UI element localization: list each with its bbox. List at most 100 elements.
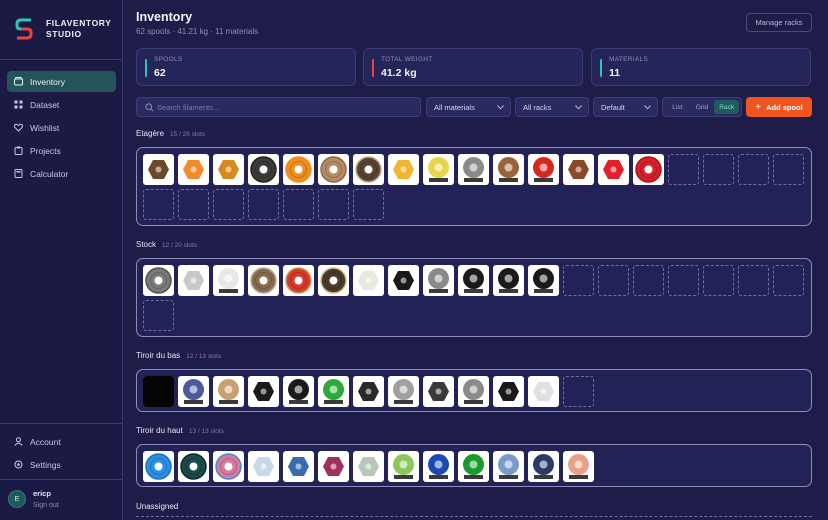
racks-select[interactable]: All racks [515,97,589,117]
empty-slot[interactable] [703,265,734,296]
search-input[interactable] [157,101,412,114]
spool-slot[interactable] [283,154,314,185]
spool-slot[interactable] [178,451,209,482]
empty-slot[interactable] [738,154,769,185]
spool-slot[interactable] [213,376,244,407]
select-value: All materials [434,102,475,112]
empty-slot[interactable] [773,265,804,296]
spool-slot[interactable] [458,376,489,407]
spool-slot[interactable] [143,451,174,482]
spool-slot[interactable] [388,376,419,407]
spool-slot[interactable] [143,265,174,296]
box-icon [14,77,23,86]
sign-out-link[interactable]: Sign out [33,502,59,509]
spool-slot[interactable] [143,154,174,185]
spool-slot[interactable] [458,265,489,296]
spool-slot[interactable] [563,451,594,482]
spool-slot[interactable] [318,265,349,296]
spool-slot[interactable] [528,154,559,185]
spool-slot[interactable] [213,265,244,296]
sort-select[interactable]: Default [593,97,658,117]
spool-slot[interactable] [528,376,559,407]
spool-slot[interactable] [178,376,209,407]
spool-slot[interactable] [353,376,384,407]
spool-slot[interactable] [528,451,559,482]
spool-icon [463,157,484,182]
empty-slot[interactable] [598,265,629,296]
empty-slot[interactable] [353,189,384,220]
spool-slot[interactable] [633,154,664,185]
spool-slot[interactable] [318,376,349,407]
spool-slot[interactable] [143,376,174,407]
chevron-down-icon [644,105,651,110]
materials-select[interactable]: All materials [426,97,511,117]
rack-title: Stock 12 / 20 slots [136,240,197,249]
brand[interactable]: FILAVENTORY STUDIO [15,18,111,40]
spool-icon [250,156,277,183]
spool-slot[interactable] [353,265,384,296]
empty-slot[interactable] [178,189,209,220]
spool-slot[interactable] [248,265,279,296]
sidebar-item-dataset[interactable]: Dataset [7,94,116,115]
spool-slot[interactable] [248,154,279,185]
sidebar-item-inventory[interactable]: Inventory [7,71,116,92]
empty-slot[interactable] [283,189,314,220]
empty-slot[interactable] [248,189,279,220]
spool-slot[interactable] [213,451,244,482]
empty-slot[interactable] [633,265,664,296]
spool-slot[interactable] [178,154,209,185]
bottom-nav: Account Settings [7,431,116,477]
sidebar-item-account[interactable]: Account [7,431,116,452]
spool-slot[interactable] [178,265,209,296]
empty-slot[interactable] [563,376,594,407]
spool-slot[interactable] [283,376,314,407]
spool-slot[interactable] [353,451,384,482]
spool-slot[interactable] [248,451,279,482]
spool-icon [393,379,414,404]
spool-slot[interactable] [388,451,419,482]
spool-slot[interactable] [598,154,629,185]
empty-slot[interactable] [738,265,769,296]
view-grid-button[interactable]: Grid [690,100,715,114]
spool-slot[interactable] [423,265,454,296]
spool-slot[interactable] [388,154,419,185]
empty-slot[interactable] [318,189,349,220]
spool-slot[interactable] [493,451,524,482]
empty-slot[interactable] [773,154,804,185]
sidebar-item-calculator[interactable]: Calculator [7,163,116,184]
sidebar-item-wishlist[interactable]: Wishlist [7,117,116,138]
spool-slot[interactable] [248,376,279,407]
spool-slot[interactable] [423,154,454,185]
empty-slot[interactable] [143,189,174,220]
spool-slot[interactable] [318,154,349,185]
spool-slot[interactable] [528,265,559,296]
spool-slot[interactable] [493,154,524,185]
spool-slot[interactable] [493,376,524,407]
spool-slot[interactable] [283,265,314,296]
spool-slot[interactable] [283,451,314,482]
view-rack-button[interactable]: Rack [714,100,740,114]
spool-slot[interactable] [493,265,524,296]
view-list-button[interactable]: List [665,100,690,114]
spool-slot[interactable] [318,451,349,482]
add-spool-button[interactable]: + Add spool [746,97,812,117]
spool-icon [568,454,589,479]
spool-slot[interactable] [563,154,594,185]
spool-icon [253,382,274,401]
sidebar-item-projects[interactable]: Projects [7,140,116,161]
empty-slot[interactable] [143,300,174,331]
sidebar-item-settings[interactable]: Settings [7,454,116,475]
spool-slot[interactable] [423,376,454,407]
empty-slot[interactable] [703,154,734,185]
spool-slot[interactable] [423,451,454,482]
empty-slot[interactable] [563,265,594,296]
manage-racks-button[interactable]: Manage racks [746,13,812,32]
spool-slot[interactable] [353,154,384,185]
spool-slot[interactable] [458,451,489,482]
spool-slot[interactable] [388,265,419,296]
empty-slot[interactable] [668,265,699,296]
spool-slot[interactable] [458,154,489,185]
spool-slot[interactable] [213,154,244,185]
empty-slot[interactable] [668,154,699,185]
empty-slot[interactable] [213,189,244,220]
